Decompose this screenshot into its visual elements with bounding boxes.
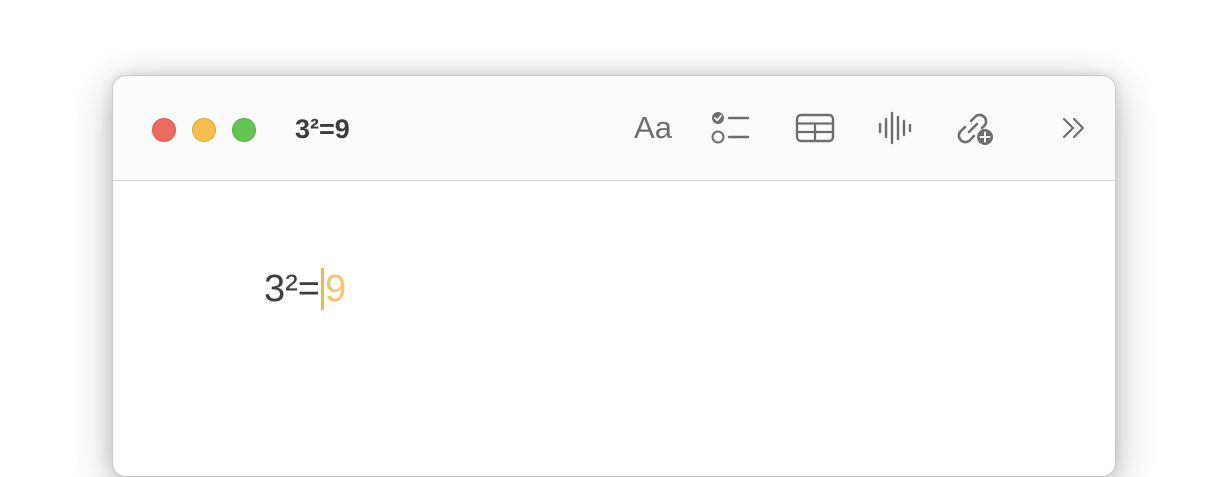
audio-icon <box>878 111 912 145</box>
text-caret <box>320 268 324 310</box>
titlebar: 3²=9 Aa <box>113 76 1115 181</box>
table-button[interactable] <box>793 106 837 150</box>
audio-button[interactable] <box>875 106 915 150</box>
more-button[interactable] <box>1058 106 1092 150</box>
table-icon <box>795 113 835 143</box>
zoom-button[interactable] <box>232 118 256 142</box>
note-body[interactable]: 3²= 9 <box>113 181 1115 476</box>
window-title: 3²=9 <box>295 114 350 144</box>
close-button[interactable] <box>152 118 176 142</box>
link-add-icon <box>957 113 993 145</box>
format-button[interactable]: Aa <box>621 106 685 150</box>
notes-window: 3²=9 Aa 3²= 9 <box>112 75 1116 477</box>
typed-text: 3²= <box>264 268 320 310</box>
note-text-line[interactable]: 3²= 9 <box>264 266 346 312</box>
math-result-suggestion[interactable]: 9 <box>325 268 346 310</box>
checklist-button[interactable] <box>709 106 753 150</box>
add-link-button[interactable] <box>953 106 997 150</box>
more-icon <box>1062 117 1085 139</box>
format-label: Aa <box>634 110 672 145</box>
checklist-icon <box>711 112 750 144</box>
minimize-button[interactable] <box>192 118 216 142</box>
